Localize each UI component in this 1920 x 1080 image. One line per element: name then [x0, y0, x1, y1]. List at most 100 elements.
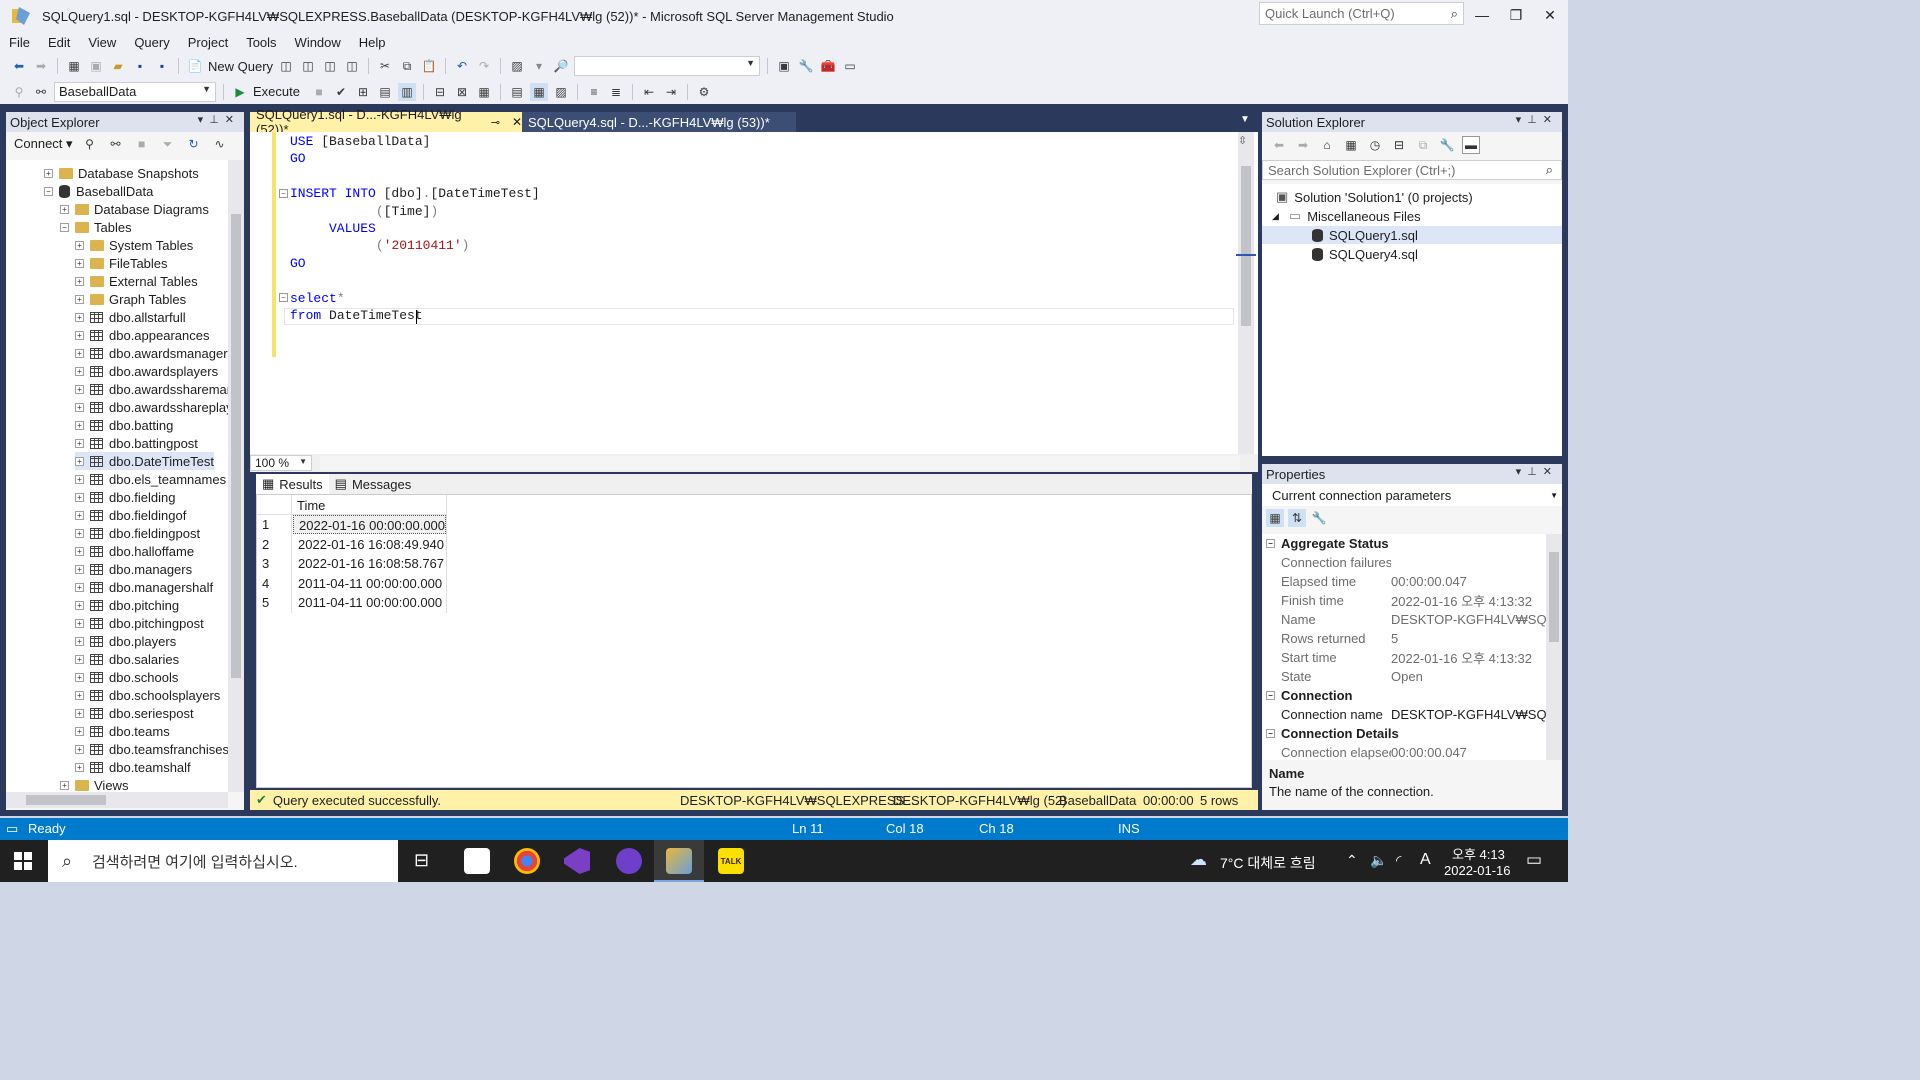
file-node-sqlquery4[interactable]: SQLQuery4.sql [1312, 245, 1418, 263]
row-number[interactable]: 2 [262, 535, 269, 554]
execute-icon[interactable]: ▶ [231, 83, 249, 101]
collapse-icon[interactable]: − [1266, 539, 1275, 548]
paste-icon[interactable]: 📋 [420, 57, 438, 75]
vs-installer-icon[interactable] [464, 848, 490, 874]
result-cell-time[interactable]: 2022-01-16 00:00:00.000 [293, 515, 446, 534]
dmx-query-icon[interactable]: ◫ [299, 57, 317, 75]
expand-icon[interactable]: + [75, 744, 84, 754]
terminal-icon[interactable]: ▭ [841, 57, 859, 75]
property-pages-icon[interactable]: 🔧 [1310, 509, 1328, 527]
tree-node[interactable]: + dbo.els_teamnames [75, 470, 226, 488]
panel-controls-icon[interactable]: ▾⊥✕ [1516, 465, 1558, 478]
quick-launch-input[interactable]: Quick Launch (Ctrl+Q) ⌕ [1259, 2, 1464, 25]
redo-icon[interactable]: ↷ [475, 57, 493, 75]
close-tab-icon[interactable]: ✕ [512, 115, 522, 129]
result-cell-time[interactable]: 2011-04-11 00:00:00.000 [293, 574, 446, 593]
kakaotalk-icon[interactable]: TALK [718, 848, 744, 874]
connect-db-icon[interactable]: ⚲ [81, 135, 99, 153]
sql-editor[interactable]: − − ⇳ USE [BaseballData] GO INSERT INTO [d… [250, 132, 1258, 454]
find-combo[interactable]: ▼ [574, 56, 761, 76]
expand-icon[interactable]: + [75, 312, 84, 322]
collapse-icon[interactable]: − [44, 186, 53, 196]
clock-time[interactable]: 오후 4:13 [1452, 844, 1505, 863]
expand-icon[interactable]: + [60, 780, 69, 790]
tree-node[interactable]: + dbo.fielding [75, 488, 176, 506]
expand-icon[interactable]: + [75, 636, 84, 646]
preview-icon[interactable]: ▬ [1462, 136, 1480, 154]
tree-node[interactable]: + dbo.awardsshareplaye [75, 398, 228, 416]
network-icon[interactable]: ◜ [1396, 852, 1401, 869]
tab-overflow-icon[interactable]: ▼ [1240, 114, 1250, 125]
include-plan-icon[interactable]: ⊟ [431, 83, 449, 101]
undo-icon[interactable]: ↶ [453, 57, 471, 75]
taskbar-search-input[interactable]: ⌕ 검색하려면 여기에 입력하십시오. [48, 840, 398, 882]
result-cell-time[interactable]: 2022-01-16 16:08:49.940 [293, 535, 446, 554]
expand-icon[interactable]: + [60, 204, 69, 214]
property-category[interactable]: − Connection [1262, 686, 1546, 705]
properties-scrollbar[interactable] [1546, 534, 1562, 760]
collapse-icon[interactable]: − [60, 222, 69, 232]
mdx-query-icon[interactable]: ◫ [277, 57, 295, 75]
column-header-time[interactable]: Time [297, 496, 325, 515]
expand-icon[interactable]: + [75, 726, 84, 736]
volume-icon[interactable]: 🔈 [1370, 852, 1387, 869]
tree-node[interactable]: + dbo.awardssharemana [75, 380, 228, 398]
tree-node[interactable]: + dbo.fieldingof [75, 506, 186, 524]
connect-button[interactable]: Connect ▾ [14, 136, 73, 152]
switch-views-icon[interactable]: ▦ [1342, 136, 1360, 154]
tree-node[interactable]: + dbo.fieldingpost [75, 524, 200, 542]
cut-icon[interactable]: ✂ [376, 57, 394, 75]
tree-node[interactable]: + dbo.appearances [75, 326, 209, 344]
tree-node[interactable]: + dbo.seriespost [75, 704, 194, 722]
row-number[interactable]: 4 [262, 574, 269, 593]
back-icon[interactable]: ⬅ [1270, 136, 1288, 154]
execute-button[interactable]: Execute [253, 84, 300, 99]
dax-query-icon[interactable]: ◫ [343, 57, 361, 75]
increase-indent-icon[interactable]: ⇥ [662, 83, 680, 101]
categorized-icon[interactable]: ▦ [1266, 509, 1284, 527]
forward-icon[interactable]: ➡ [1294, 136, 1312, 154]
chrome-icon[interactable] [514, 848, 540, 874]
expand-icon[interactable]: + [75, 492, 84, 502]
expand-icon[interactable]: + [75, 528, 84, 538]
expand-icon[interactable]: + [75, 294, 84, 304]
menu-item-window[interactable]: Window [286, 35, 350, 50]
expand-icon[interactable]: + [44, 168, 53, 178]
tree-node[interactable]: + External Tables [75, 272, 198, 290]
results-file-icon[interactable]: ▨ [552, 83, 570, 101]
uncomment-icon[interactable]: ≣ [607, 83, 625, 101]
open-file-icon[interactable]: ▰ [109, 57, 127, 75]
properties-icon[interactable]: 🔧 [1438, 136, 1456, 154]
tree-node[interactable]: + dbo.schools [75, 668, 178, 686]
refresh-icon[interactable]: ↻ [185, 135, 203, 153]
xmla-query-icon[interactable]: ◫ [321, 57, 339, 75]
notification-icon[interactable]: ▭ [1526, 850, 1542, 870]
collapse-icon[interactable]: − [279, 189, 288, 198]
expand-icon[interactable]: + [75, 258, 84, 268]
tree-node[interactable]: + dbo.managershalf [75, 578, 213, 596]
database-select[interactable]: BaseballData ▼ [54, 81, 216, 102]
property-row[interactable]: Finish time 2022-01-16 오후 4:13:32 [1262, 591, 1546, 610]
tree-node[interactable]: + dbo.allstarfull [75, 308, 186, 326]
collapse-all-icon[interactable]: ⊟ [1390, 136, 1408, 154]
tree-node[interactable]: + dbo.batting [75, 416, 173, 434]
change-connection-icon[interactable]: ⚯ [32, 83, 50, 101]
expand-icon[interactable]: + [75, 762, 84, 772]
scrollbar-thumb[interactable] [1549, 552, 1559, 642]
tree-node[interactable]: + dbo.managers [75, 560, 192, 578]
close-button[interactable]: ✕ [1532, 4, 1568, 26]
file-node-sqlquery1[interactable]: SQLQuery1.sql [1262, 226, 1562, 244]
results-grid-icon[interactable]: ▦ [529, 82, 548, 101]
visual-studio-icon[interactable] [564, 848, 590, 874]
tab-sqlquery4[interactable]: SQLQuery4.sql - D...-KGFH4LV₩lg (53))* [522, 112, 796, 132]
task-view-icon[interactable]: ⊟ [414, 850, 429, 871]
menu-item-edit[interactable]: Edit [39, 35, 79, 50]
expand-icon[interactable]: + [75, 420, 84, 430]
result-cell-time[interactable]: 2011-04-11 00:00:00.000 [293, 593, 446, 612]
results-grid[interactable]: Time 1 2022-01-16 00:00:00.000 2 2022-01-16… [256, 494, 1252, 788]
expand-icon[interactable]: + [75, 438, 84, 448]
tree-node[interactable]: − BaseballData [44, 182, 153, 200]
tools-icon[interactable]: 🔧 [797, 57, 815, 75]
tree-node[interactable]: + dbo.teamshalf [75, 758, 191, 776]
panel-controls-icon[interactable]: ▾⊥✕ [198, 113, 240, 126]
